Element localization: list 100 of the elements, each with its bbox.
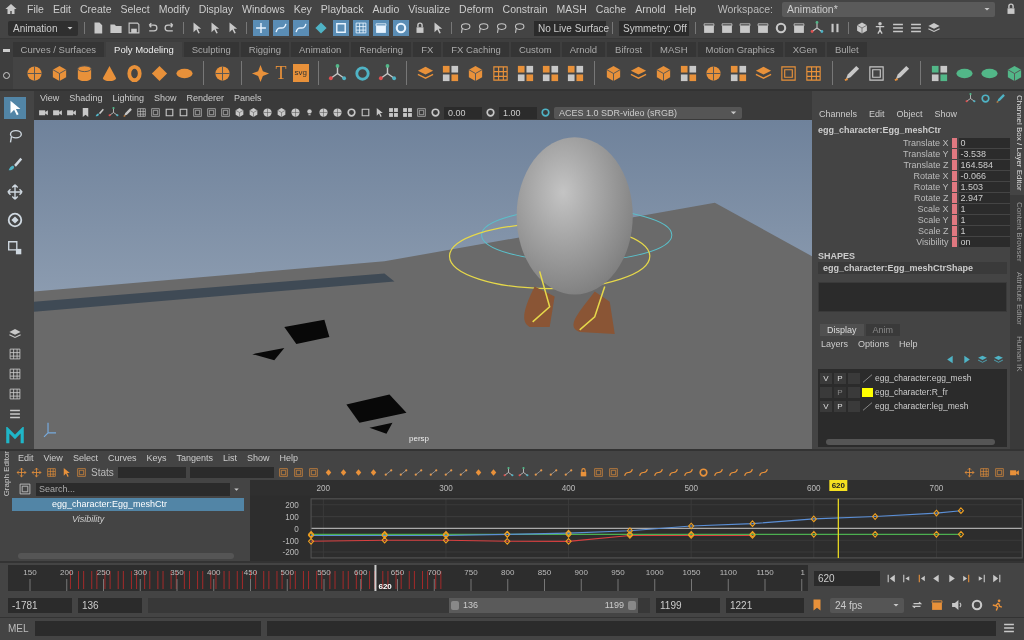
channel-name[interactable]: Rotate Z: [815, 192, 952, 203]
channel-box-menu-item[interactable]: Edit: [869, 109, 885, 119]
playback-toggle[interactable]: P: [834, 386, 846, 398]
layer-name[interactable]: egg_character:R_fr: [875, 387, 948, 397]
layer-menu-item[interactable]: Options: [858, 339, 890, 349]
animation-start-field[interactable]: -1781: [8, 597, 72, 613]
range-slider-bar[interactable]: 136 1199: [449, 597, 638, 613]
shelf-tab[interactable]: FX Caching: [443, 42, 509, 57]
menu-item[interactable]: Windows: [242, 3, 285, 15]
playback-toggle[interactable]: P: [834, 400, 846, 412]
channel-value-field[interactable]: 1.503: [958, 181, 1010, 192]
menu-item[interactable]: Arnold: [635, 3, 666, 15]
shape-name[interactable]: egg_character:Egg_meshCtrShape: [818, 262, 1007, 274]
shelf-tab[interactable]: Bifrost: [607, 42, 651, 57]
shelf-tab[interactable]: Rigging: [240, 42, 290, 57]
channel-box-menu-item[interactable]: Show: [934, 109, 958, 119]
channel-name[interactable]: Translate Z: [815, 159, 952, 170]
fps-dropdown[interactable]: 24 fps: [830, 597, 904, 613]
current-frame-marker[interactable]: 620: [829, 480, 847, 491]
channel-box-menu-item[interactable]: Channels: [819, 109, 858, 119]
exposure-field[interactable]: 0.00: [444, 106, 482, 119]
menu-item[interactable]: Playback: [320, 3, 364, 15]
visibility-toggle[interactable]: V: [820, 400, 832, 412]
shelf-tab[interactable]: Motion Graphics: [697, 42, 783, 57]
viewport-menu-item[interactable]: Lighting: [112, 93, 144, 103]
viewport-menu-item[interactable]: Show: [153, 93, 177, 103]
menu-item[interactable]: MASH: [556, 3, 587, 15]
menu-item[interactable]: Modify: [158, 3, 190, 15]
svg-tool-icon[interactable]: svg: [292, 64, 309, 82]
layer-editor-tab[interactable]: Anim: [865, 324, 901, 336]
viewport-menu-item[interactable]: Renderer: [186, 93, 224, 103]
side-tab[interactable]: Channel Box / Layer Editor: [1010, 91, 1024, 195]
menu-set-dropdown[interactable]: Animation: [8, 20, 78, 36]
channel-value-field[interactable]: 1: [958, 225, 1010, 236]
channel-value-field[interactable]: 0: [958, 137, 1010, 148]
menu-item[interactable]: Constrain: [502, 3, 548, 15]
channel-name[interactable]: Scale X: [815, 203, 952, 214]
viewport-menu-item[interactable]: Shading: [69, 93, 103, 103]
layer-name[interactable]: egg_character:leg_mesh: [875, 401, 969, 411]
layer-name[interactable]: egg_character:egg_mesh: [875, 373, 972, 383]
channel-box-menu-item[interactable]: Object: [896, 109, 923, 119]
channel-value-field[interactable]: 2.947: [958, 192, 1010, 203]
side-tab[interactable]: Content Browser: [1010, 197, 1024, 266]
shelf-tab[interactable]: Arnold: [561, 42, 606, 57]
layer-menu-item[interactable]: Layers: [821, 339, 848, 349]
current-frame-field[interactable]: 620: [814, 570, 880, 586]
search-field[interactable]: Search...: [36, 482, 230, 496]
shelf-tab[interactable]: Rendering: [351, 42, 412, 57]
graph-menu-item[interactable]: Show: [246, 452, 270, 463]
shelf-tab[interactable]: MASH: [652, 42, 696, 57]
channel-value-field[interactable]: 164.584: [958, 159, 1010, 170]
animation-end-field[interactable]: 1221: [726, 597, 804, 613]
playback-start-field[interactable]: 136: [78, 597, 142, 613]
shelf-tab[interactable]: Curves / Surfaces: [12, 42, 105, 57]
menu-item[interactable]: Visualize: [408, 3, 451, 15]
side-tab[interactable]: Human IK: [1010, 332, 1024, 376]
graph-menu-item[interactable]: Help: [279, 452, 298, 463]
playback-toggle[interactable]: P: [834, 372, 846, 384]
graph-menu-item[interactable]: List: [222, 452, 237, 463]
channel-value-field[interactable]: 1: [958, 203, 1010, 214]
shelf-tab[interactable]: Animation: [291, 42, 350, 57]
color-space-dropdown[interactable]: ACES 1.0 SDR-video (sRGB): [554, 106, 742, 119]
text-tool-icon[interactable]: T: [275, 64, 287, 82]
channel-name[interactable]: Scale Y: [815, 214, 952, 225]
shelf-tab[interactable]: Bullet: [826, 42, 867, 57]
shelf-tab[interactable]: Custom: [510, 42, 560, 57]
outliner-item[interactable]: egg_character:Egg_meshCtr: [12, 498, 244, 511]
menu-item[interactable]: Display: [198, 3, 234, 15]
graph-menu-item[interactable]: Curves: [107, 452, 137, 463]
workspace-dropdown[interactable]: Animation*: [782, 1, 995, 17]
layer-menu-item[interactable]: Help: [899, 339, 918, 349]
channel-name[interactable]: Scale Z: [815, 225, 952, 236]
viewport-menu-item[interactable]: Panels: [233, 93, 262, 103]
channel-name[interactable]: Translate X: [815, 137, 952, 148]
gamma-field[interactable]: 1.00: [499, 106, 537, 119]
shelf-tab[interactable]: XGen: [784, 42, 825, 57]
shelf-tab[interactable]: Poly Modeling: [106, 42, 182, 57]
menu-item[interactable]: Cache: [595, 3, 627, 15]
layer-editor-tab[interactable]: Display: [820, 324, 864, 336]
channel-value-field[interactable]: on: [958, 236, 1010, 247]
side-tab[interactable]: Attribute Editor: [1010, 268, 1024, 330]
command-language-label[interactable]: MEL: [8, 622, 29, 634]
menu-item[interactable]: Key: [293, 3, 312, 15]
visibility-toggle[interactable]: V: [820, 372, 832, 384]
menu-item[interactable]: Create: [80, 3, 112, 15]
graph-menu-item[interactable]: Tangents: [176, 452, 213, 463]
outliner-item[interactable]: Visibility: [12, 513, 244, 526]
shelf-tab[interactable]: FX: [413, 42, 442, 57]
viewport-menu-item[interactable]: View: [40, 93, 60, 103]
channel-name[interactable]: Rotate X: [815, 170, 952, 181]
menu-item[interactable]: Deform: [459, 3, 494, 15]
playback-end-field[interactable]: 1199: [656, 597, 720, 613]
shelf-tab[interactable]: Sculpting: [183, 42, 239, 57]
menu-item[interactable]: Help: [674, 3, 697, 15]
graph-menu-item[interactable]: Select: [72, 452, 98, 463]
channel-value-field[interactable]: 1: [958, 214, 1010, 225]
channel-value-field[interactable]: -3.538: [958, 148, 1010, 159]
channel-name[interactable]: Rotate Y: [815, 181, 952, 192]
channel-value-field[interactable]: -0.066: [958, 170, 1010, 181]
menu-item[interactable]: Select: [120, 3, 150, 15]
